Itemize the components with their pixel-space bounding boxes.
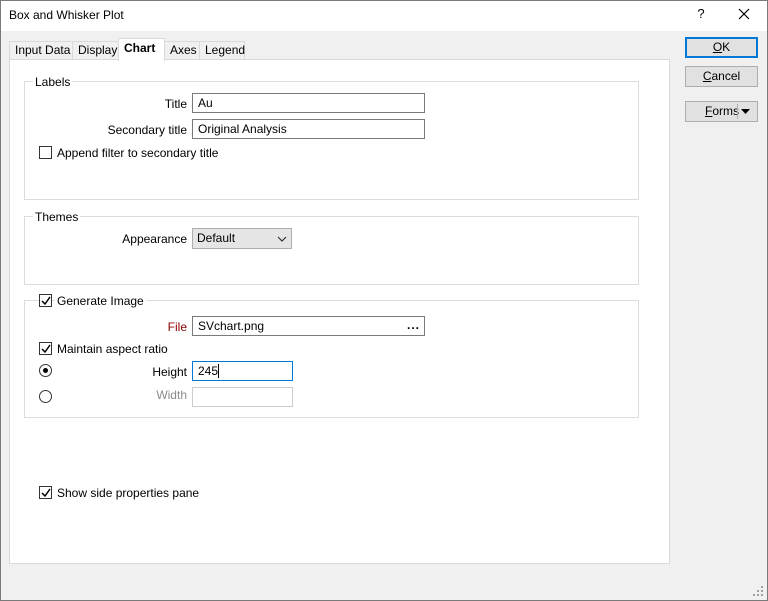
title-label: Title [164, 97, 187, 111]
tab-label: Legend [205, 43, 246, 57]
appearance-label: Appearance [122, 232, 187, 246]
title-input[interactable]: Au [192, 93, 425, 113]
ok-button[interactable]: OK [685, 37, 758, 58]
append-filter-checkbox[interactable] [39, 146, 52, 159]
dropdown-arrow-icon[interactable] [741, 109, 750, 115]
help-button[interactable]: ? [693, 6, 709, 24]
height-radio[interactable] [39, 364, 52, 377]
labels-group-heading: Labels [33, 75, 73, 89]
appearance-value: Default [197, 231, 236, 245]
tab-label: Input Data [15, 43, 71, 57]
tab-label: Chart [124, 41, 156, 55]
ok-label: K [722, 40, 731, 54]
cancel-label: ancel [711, 69, 741, 83]
generate-image-label: Generate Image [55, 294, 146, 308]
dialog-window: Box and Whisker Plot ? Input Data Displa… [0, 0, 768, 601]
show-side-pane-label: Show side properties pane [57, 486, 200, 500]
title-bar: Box and Whisker Plot ? [1, 1, 767, 31]
tab-legend[interactable]: Legend [199, 41, 245, 60]
themes-group [24, 216, 639, 285]
cancel-button[interactable]: Cancel [685, 66, 758, 87]
split-divider [737, 104, 738, 119]
width-radio[interactable] [39, 390, 52, 403]
generate-image-checkbox[interactable] [39, 294, 52, 307]
text-caret [218, 364, 220, 378]
width-input[interactable] [192, 387, 293, 407]
secondary-title-input[interactable]: Original Analysis [192, 119, 425, 139]
close-icon [738, 8, 750, 20]
tab-label: Axes [170, 43, 197, 57]
checkmark-icon [41, 344, 51, 354]
file-value: SVchart.png [198, 319, 265, 333]
maintain-aspect-checkbox[interactable] [39, 342, 52, 355]
close-button[interactable] [735, 5, 753, 23]
height-input[interactable]: 245 [192, 361, 293, 381]
checkmark-icon [41, 296, 51, 306]
ok-accel: O [712, 40, 723, 54]
append-filter-label: Append filter to secondary title [57, 146, 219, 160]
themes-group-heading: Themes [33, 210, 81, 224]
appearance-dropdown[interactable]: Default [192, 228, 292, 249]
height-label: Height [152, 365, 187, 379]
file-label: File [167, 320, 187, 334]
maintain-aspect-label: Maintain aspect ratio [57, 342, 168, 356]
tab-chart[interactable]: Chart [118, 38, 165, 61]
tab-label: Display [78, 43, 118, 57]
height-value: 245 [198, 364, 219, 378]
forms-label: orms [712, 104, 740, 118]
radio-selected-dot [43, 368, 48, 373]
tab-axes[interactable]: Axes [164, 41, 200, 60]
forms-button[interactable]: Forms [685, 101, 758, 122]
tab-display[interactable]: Display [72, 41, 119, 60]
secondary-title-value: Original Analysis [198, 122, 287, 136]
window-title: Box and Whisker Plot [9, 8, 124, 22]
width-label: Width [156, 388, 187, 402]
tab-input-data[interactable]: Input Data [9, 41, 73, 60]
show-side-pane-checkbox[interactable] [39, 486, 52, 499]
resize-grip-icon[interactable] [753, 586, 764, 597]
chevron-down-icon [277, 236, 287, 242]
title-value: Au [198, 96, 213, 110]
browse-button[interactable]: ... [407, 318, 420, 332]
checkmark-icon [41, 488, 51, 498]
secondary-title-label: Secondary title [107, 123, 187, 137]
chart-tab-panel: Labels Title Au Secondary title Original… [9, 59, 670, 564]
file-input[interactable]: SVchart.png ... [192, 316, 425, 336]
